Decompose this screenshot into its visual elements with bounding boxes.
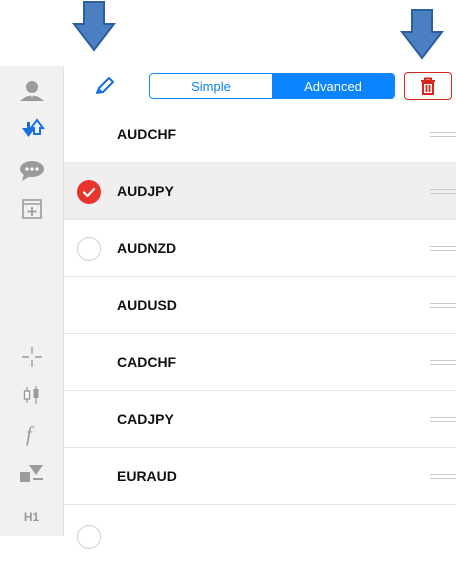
chat-icon[interactable] — [0, 160, 63, 182]
toolbar: Simple Advanced — [64, 66, 456, 106]
list-item[interactable]: AUDUSD — [64, 277, 456, 334]
symbol-name: CADJPY — [117, 411, 174, 427]
list-item[interactable]: CADCHF — [64, 334, 456, 391]
mode-segmented-control: Simple Advanced — [149, 73, 395, 99]
drag-handle-icon[interactable] — [430, 246, 456, 254]
advanced-mode-button[interactable]: Advanced — [272, 74, 394, 98]
arrow-down-icon — [400, 9, 444, 60]
symbol-name: AUDNZD — [117, 240, 177, 256]
list-item[interactable] — [64, 505, 456, 562]
list-item[interactable]: EURAUD — [64, 448, 456, 505]
crosshair-icon[interactable] — [0, 346, 63, 368]
candlestick-icon[interactable] — [0, 384, 63, 406]
pencil-icon[interactable] — [94, 76, 116, 101]
symbol-list: AUDCHF AUDJPY AUDNZD AUDUSD CADCHF CADJP… — [64, 106, 456, 562]
simple-mode-button[interactable]: Simple — [150, 74, 272, 98]
checkbox-unchecked[interactable] — [77, 237, 101, 261]
drag-handle-icon[interactable] — [430, 360, 456, 368]
list-item[interactable]: CADJPY — [64, 391, 456, 448]
function-icon[interactable]: f — [0, 422, 63, 446]
symbol-name: AUDJPY — [117, 183, 174, 199]
sidebar: f H1 — [0, 66, 64, 536]
objects-icon[interactable] — [0, 462, 63, 484]
arrow-down-icon — [72, 1, 116, 52]
symbol-name: AUDCHF — [117, 126, 177, 142]
timeframe-button[interactable]: H1 — [0, 510, 63, 524]
trash-icon — [421, 77, 435, 95]
accounts-icon[interactable] — [0, 80, 63, 102]
svg-text:f: f — [26, 422, 35, 446]
list-item[interactable]: AUDJPY — [64, 163, 456, 220]
drag-handle-icon[interactable] — [430, 132, 456, 140]
drag-handle-icon[interactable] — [430, 417, 456, 425]
checkbox-unchecked[interactable] — [77, 525, 101, 549]
symbol-name: AUDUSD — [117, 297, 177, 313]
checkmark-icon — [82, 187, 96, 198]
delete-button[interactable] — [404, 72, 452, 100]
quotes-icon[interactable] — [0, 118, 63, 140]
list-item[interactable]: AUDNZD — [64, 220, 456, 277]
drag-handle-icon[interactable] — [430, 303, 456, 311]
checkbox-checked[interactable] — [77, 180, 101, 204]
symbol-name: EURAUD — [117, 468, 177, 484]
symbol-name: CADCHF — [117, 354, 177, 370]
list-item[interactable]: AUDCHF — [64, 106, 456, 163]
drag-handle-icon[interactable] — [430, 474, 456, 482]
add-icon[interactable] — [0, 198, 63, 220]
drag-handle-icon[interactable] — [430, 189, 456, 197]
